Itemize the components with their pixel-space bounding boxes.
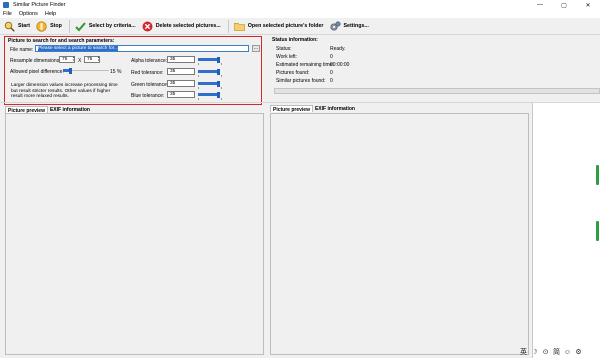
magnifier-icon (4, 21, 15, 32)
delete-selected-button[interactable]: Delete selected pictures... (140, 19, 225, 34)
blue-tolerance-field[interactable]: 35 (167, 91, 195, 98)
moon-icon[interactable]: ☽ (529, 347, 540, 357)
allowed-pixel-value: 15 % (110, 69, 122, 75)
tab-left-picture-preview[interactable]: Picture preview (5, 106, 48, 114)
checkmark-icon (75, 21, 86, 32)
status-value: Ready. (330, 46, 346, 52)
resample-label: Resample dimensions: (10, 58, 61, 64)
tab-right-exif-information[interactable]: EXIF information (313, 105, 357, 112)
status-information-title: Status information: (272, 37, 318, 43)
progress-bar (274, 88, 600, 94)
folder-icon (233, 21, 245, 32)
gear-icon[interactable]: ⚙ (573, 347, 584, 357)
allowed-pixel-label: Allowed pixel difference: (10, 69, 64, 75)
maximize-button[interactable]: ▢ (552, 0, 576, 10)
right-tabs: Picture preview EXIF information (270, 105, 357, 113)
stop-label: Stop (50, 23, 62, 29)
tab-left-exif-information[interactable]: EXIF information (48, 106, 92, 113)
resample-width-stepper[interactable]: ▴ ▾ (72, 56, 75, 63)
status-information-group: Status information: Status: Ready. Work … (272, 36, 600, 96)
red-tolerance-slider[interactable] (198, 69, 222, 77)
green-indicator (596, 221, 599, 241)
file-name-field[interactable]: Please select a picture to search for... (35, 45, 249, 52)
open-folder-button[interactable]: Open selected picture's folder (232, 19, 328, 34)
alpha-tolerance-slider[interactable] (198, 57, 222, 65)
left-preview-pane (5, 113, 264, 355)
search-parameters-group: Picture to search for and search paramet… (4, 36, 262, 105)
toolbar-separator (227, 19, 229, 33)
settings-button[interactable]: Settings... (328, 19, 373, 34)
browse-button[interactable]: ... (252, 45, 260, 52)
similar-found-value: 0 (330, 78, 333, 84)
app-icon (3, 2, 9, 8)
open-folder-label: Open selected picture's folder (247, 23, 324, 29)
alpha-tolerance-field[interactable]: 35 (167, 56, 195, 63)
gears-icon (329, 20, 341, 32)
tab-right-picture-preview[interactable]: Picture preview (270, 105, 313, 113)
pictures-found-label: Pictures found: (276, 70, 310, 76)
blue-tolerance-label: Blue tolerance: (131, 93, 165, 99)
work-left-value: 0 (330, 54, 333, 60)
work-left-label: Work left: (276, 54, 298, 60)
toolbar: Start Stop Select by criteria... Delete … (0, 18, 600, 35)
menu-bar: File Options Help (0, 10, 600, 18)
resample-x-label: X (78, 58, 82, 64)
parameters-hint: Larger dimension values increase process… (11, 83, 118, 100)
delete-icon (142, 21, 153, 32)
emoji-icon[interactable]: ☺ (562, 347, 573, 357)
resample-height-stepper[interactable]: ▴ ▾ (97, 56, 100, 63)
menu-options[interactable]: Options (19, 11, 38, 17)
left-tabs: Picture preview EXIF information (5, 106, 92, 114)
minimize-button[interactable]: — (528, 0, 552, 10)
allowed-pixel-slider[interactable] (63, 68, 109, 74)
green-tolerance-slider[interactable] (198, 81, 222, 89)
right-preview-pane (270, 113, 529, 355)
side-panel (532, 103, 600, 358)
green-indicator (596, 165, 599, 185)
pictures-found-value: 0 (330, 70, 333, 76)
settings-label: Settings... (343, 23, 369, 29)
ime-tray: 英 ☽ ⊙ 简 ☺ ⚙ (518, 347, 584, 357)
title-bar: Similar Picture Finder — ▢ ✕ (0, 0, 600, 10)
remaining-time-value: 00:00:00 (330, 62, 350, 68)
blue-tolerance-slider[interactable] (198, 92, 222, 100)
splitter[interactable] (0, 102, 600, 103)
punctuation-icon[interactable]: ⊙ (540, 347, 551, 357)
delete-selected-label: Delete selected pictures... (155, 23, 221, 29)
stop-button[interactable]: Stop (34, 19, 66, 34)
ime-simplified-icon[interactable]: 简 (551, 347, 562, 357)
search-parameters-title: Picture to search for and search paramet… (8, 38, 115, 44)
ime-english-icon[interactable]: 英 (518, 347, 529, 357)
file-name-label: File name: (10, 47, 34, 53)
green-tolerance-field[interactable]: 35 (167, 80, 195, 87)
menu-help[interactable]: Help (45, 11, 56, 17)
similar-found-label: Similar pictures found: (276, 78, 326, 84)
red-tolerance-label: Red tolerance: (131, 70, 164, 76)
toolbar-separator (68, 19, 70, 33)
select-by-criteria-button[interactable]: Select by criteria... (73, 19, 140, 34)
red-tolerance-field[interactable]: 35 (167, 68, 195, 75)
remaining-time-label: Estimated remaining time: (276, 62, 334, 68)
stop-hand-icon (36, 20, 47, 32)
file-name-value: Please select a picture to search for... (38, 46, 118, 51)
select-by-criteria-label: Select by criteria... (88, 23, 136, 29)
alpha-tolerance-label: Alpha tolerance: (131, 58, 168, 64)
menu-file[interactable]: File (3, 11, 12, 17)
close-button[interactable]: ✕ (576, 0, 600, 10)
start-button[interactable]: Start (2, 19, 34, 34)
green-tolerance-label: Green tolerance: (131, 82, 169, 88)
start-label: Start (18, 23, 31, 29)
window-title: Similar Picture Finder (13, 2, 66, 8)
status-label: Status: (276, 46, 292, 52)
